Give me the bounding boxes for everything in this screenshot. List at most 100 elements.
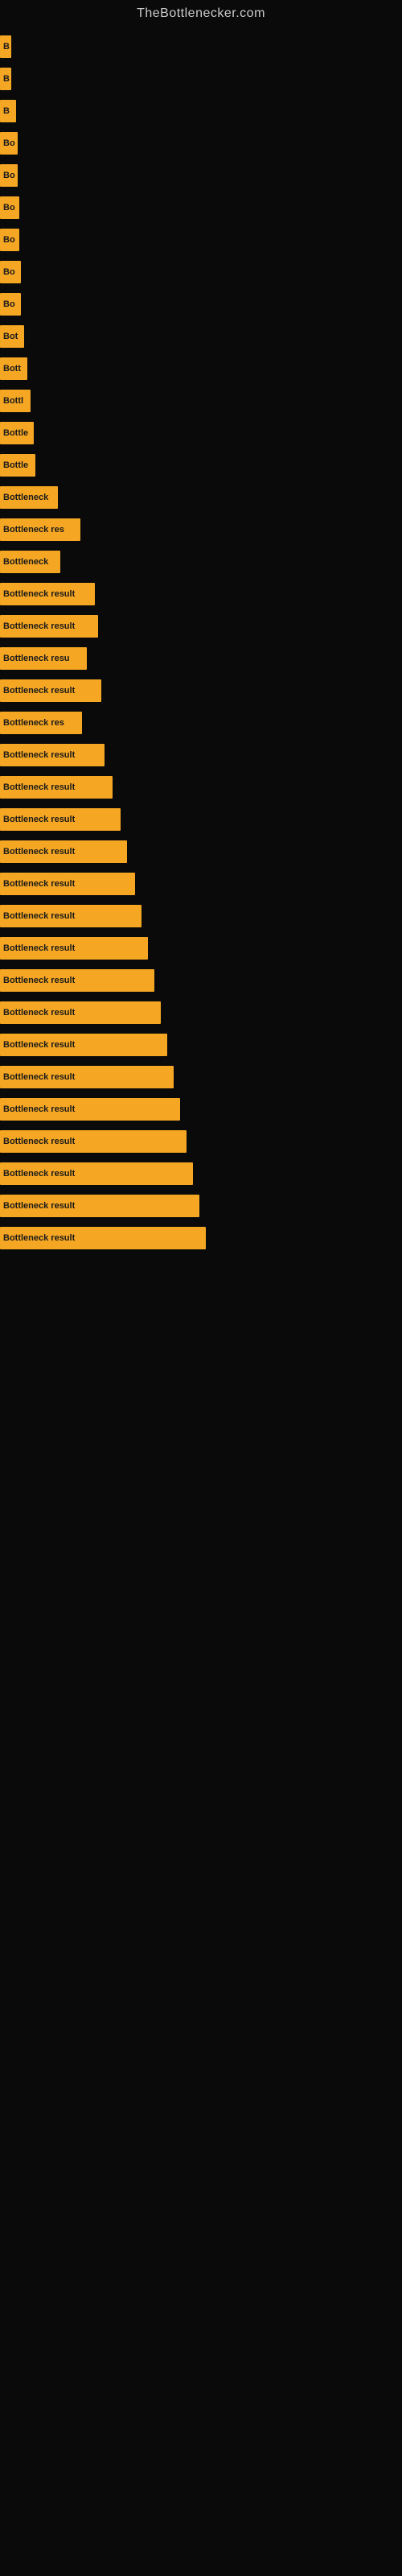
bar-row: Bottleneck result: [0, 610, 402, 642]
bar-item: B: [0, 68, 11, 90]
bar-label: Bottleneck result: [3, 1169, 75, 1179]
bar-label: Bottleneck result: [3, 976, 75, 985]
bar-item: Bo: [0, 261, 21, 283]
bar-item: Bottl: [0, 390, 31, 412]
bar-item: Bottleneck result: [0, 840, 127, 863]
bar-item: Bottleneck result: [0, 1162, 193, 1185]
bar-row: Bo: [0, 224, 402, 256]
bar-row: Bottleneck result: [0, 900, 402, 932]
bar-item: Bot: [0, 325, 24, 348]
bar-label: Bottleneck resu: [3, 654, 70, 663]
bar-row: Bo: [0, 159, 402, 192]
bar-label: Bo: [3, 299, 15, 309]
bar-label: B: [3, 74, 10, 84]
bar-row: B: [0, 95, 402, 127]
bar-row: Bottleneck resu: [0, 642, 402, 675]
bar-row: Bottl: [0, 385, 402, 417]
bar-item: Bottleneck result: [0, 776, 113, 799]
bars-container: B B B Bo Bo Bo Bo Bo Bo Bot Bott Bottl Bottle Bottle B…: [0, 31, 402, 1270]
bar-label: Bottleneck result: [3, 1040, 75, 1050]
bar-item: Bottle: [0, 454, 35, 477]
bar-item: Bottleneck result: [0, 1066, 174, 1088]
bar-item: Bottleneck result: [0, 1034, 167, 1056]
bar-label: Bottl: [3, 396, 23, 406]
bar-item: Bottleneck result: [0, 808, 121, 831]
bar-row: Bo: [0, 192, 402, 224]
bar-row: Bo: [0, 127, 402, 159]
bar-row: Bottleneck result: [0, 997, 402, 1029]
bar-label: Bottleneck: [3, 557, 48, 567]
site-title: TheBottlenecker.com: [0, 0, 402, 31]
bar-row: Bottleneck result: [0, 1125, 402, 1158]
bar-label: Bo: [3, 203, 15, 213]
bar-label: Bo: [3, 267, 15, 277]
bar-label: Bottleneck result: [3, 943, 75, 953]
bar-label: Bottle: [3, 460, 28, 470]
bar-row: Bo: [0, 256, 402, 288]
bar-label: Bottleneck: [3, 493, 48, 502]
bar-item: Bo: [0, 164, 18, 187]
bar-label: Bottleneck result: [3, 879, 75, 889]
bar-item: Bottleneck res: [0, 518, 80, 541]
bar-row: Bott: [0, 353, 402, 385]
bar-row: Bottleneck result: [0, 675, 402, 707]
bar-item: Bottleneck result: [0, 873, 135, 895]
bar-row: Bottleneck result: [0, 771, 402, 803]
bar-label: Bottleneck result: [3, 1233, 75, 1243]
bar-label: Bo: [3, 138, 15, 148]
bar-row: Bottleneck result: [0, 1029, 402, 1061]
bar-row: Bottle: [0, 417, 402, 449]
bar-item: Bottleneck result: [0, 1098, 180, 1121]
bar-label: Bottleneck result: [3, 1201, 75, 1211]
bar-label: Bottleneck result: [3, 750, 75, 760]
bar-row: Bo: [0, 288, 402, 320]
bar-item: Bottleneck result: [0, 1001, 161, 1024]
bar-row: Bottleneck result: [0, 1158, 402, 1190]
bar-item: B: [0, 100, 16, 122]
bar-label: Bottleneck result: [3, 847, 75, 857]
bar-item: Bottleneck result: [0, 1195, 199, 1217]
bar-row: Bottleneck result: [0, 1093, 402, 1125]
bar-label: Bottleneck result: [3, 1008, 75, 1018]
bar-label: Bottleneck result: [3, 1137, 75, 1146]
bar-label: Bottle: [3, 428, 28, 438]
bar-row: Bottle: [0, 449, 402, 481]
bar-item: Bo: [0, 196, 19, 219]
bar-item: Bottleneck result: [0, 679, 101, 702]
bar-item: Bottleneck result: [0, 905, 142, 927]
bar-item: Bottleneck result: [0, 583, 95, 605]
bar-label: Bottleneck result: [3, 1104, 75, 1114]
bar-item: Bottle: [0, 422, 34, 444]
bar-item: Bottleneck result: [0, 969, 154, 992]
bar-item: Bottleneck: [0, 551, 60, 573]
bar-item: Bott: [0, 357, 27, 380]
bar-label: Bo: [3, 171, 15, 180]
bar-label: Bottleneck res: [3, 718, 64, 728]
bar-row: Bottleneck result: [0, 932, 402, 964]
bar-label: Bottleneck result: [3, 782, 75, 792]
bar-row: Bottleneck result: [0, 964, 402, 997]
bar-label: B: [3, 106, 10, 116]
bar-row: Bottleneck result: [0, 578, 402, 610]
bar-row: Bottleneck result: [0, 1190, 402, 1222]
bar-item: Bo: [0, 229, 19, 251]
bar-label: Bottleneck result: [3, 911, 75, 921]
bar-item: B: [0, 35, 11, 58]
bar-label: Bottleneck result: [3, 815, 75, 824]
bar-item: Bottleneck result: [0, 744, 105, 766]
bar-row: Bottleneck: [0, 546, 402, 578]
bar-label: Bo: [3, 235, 15, 245]
bar-row: Bottleneck result: [0, 739, 402, 771]
bar-item: Bottleneck res: [0, 712, 82, 734]
bar-label: Bottleneck result: [3, 589, 75, 599]
bar-item: Bottleneck: [0, 486, 58, 509]
bar-row: Bottleneck res: [0, 514, 402, 546]
bar-label: B: [3, 42, 10, 52]
bar-row: Bottleneck result: [0, 1061, 402, 1093]
bar-item: Bo: [0, 132, 18, 155]
bar-row: Bottleneck result: [0, 1222, 402, 1254]
bar-item: Bottleneck result: [0, 1227, 206, 1249]
bar-row: Bottleneck: [0, 481, 402, 514]
bar-label: Bot: [3, 332, 18, 341]
bar-item: Bottleneck result: [0, 1130, 187, 1153]
